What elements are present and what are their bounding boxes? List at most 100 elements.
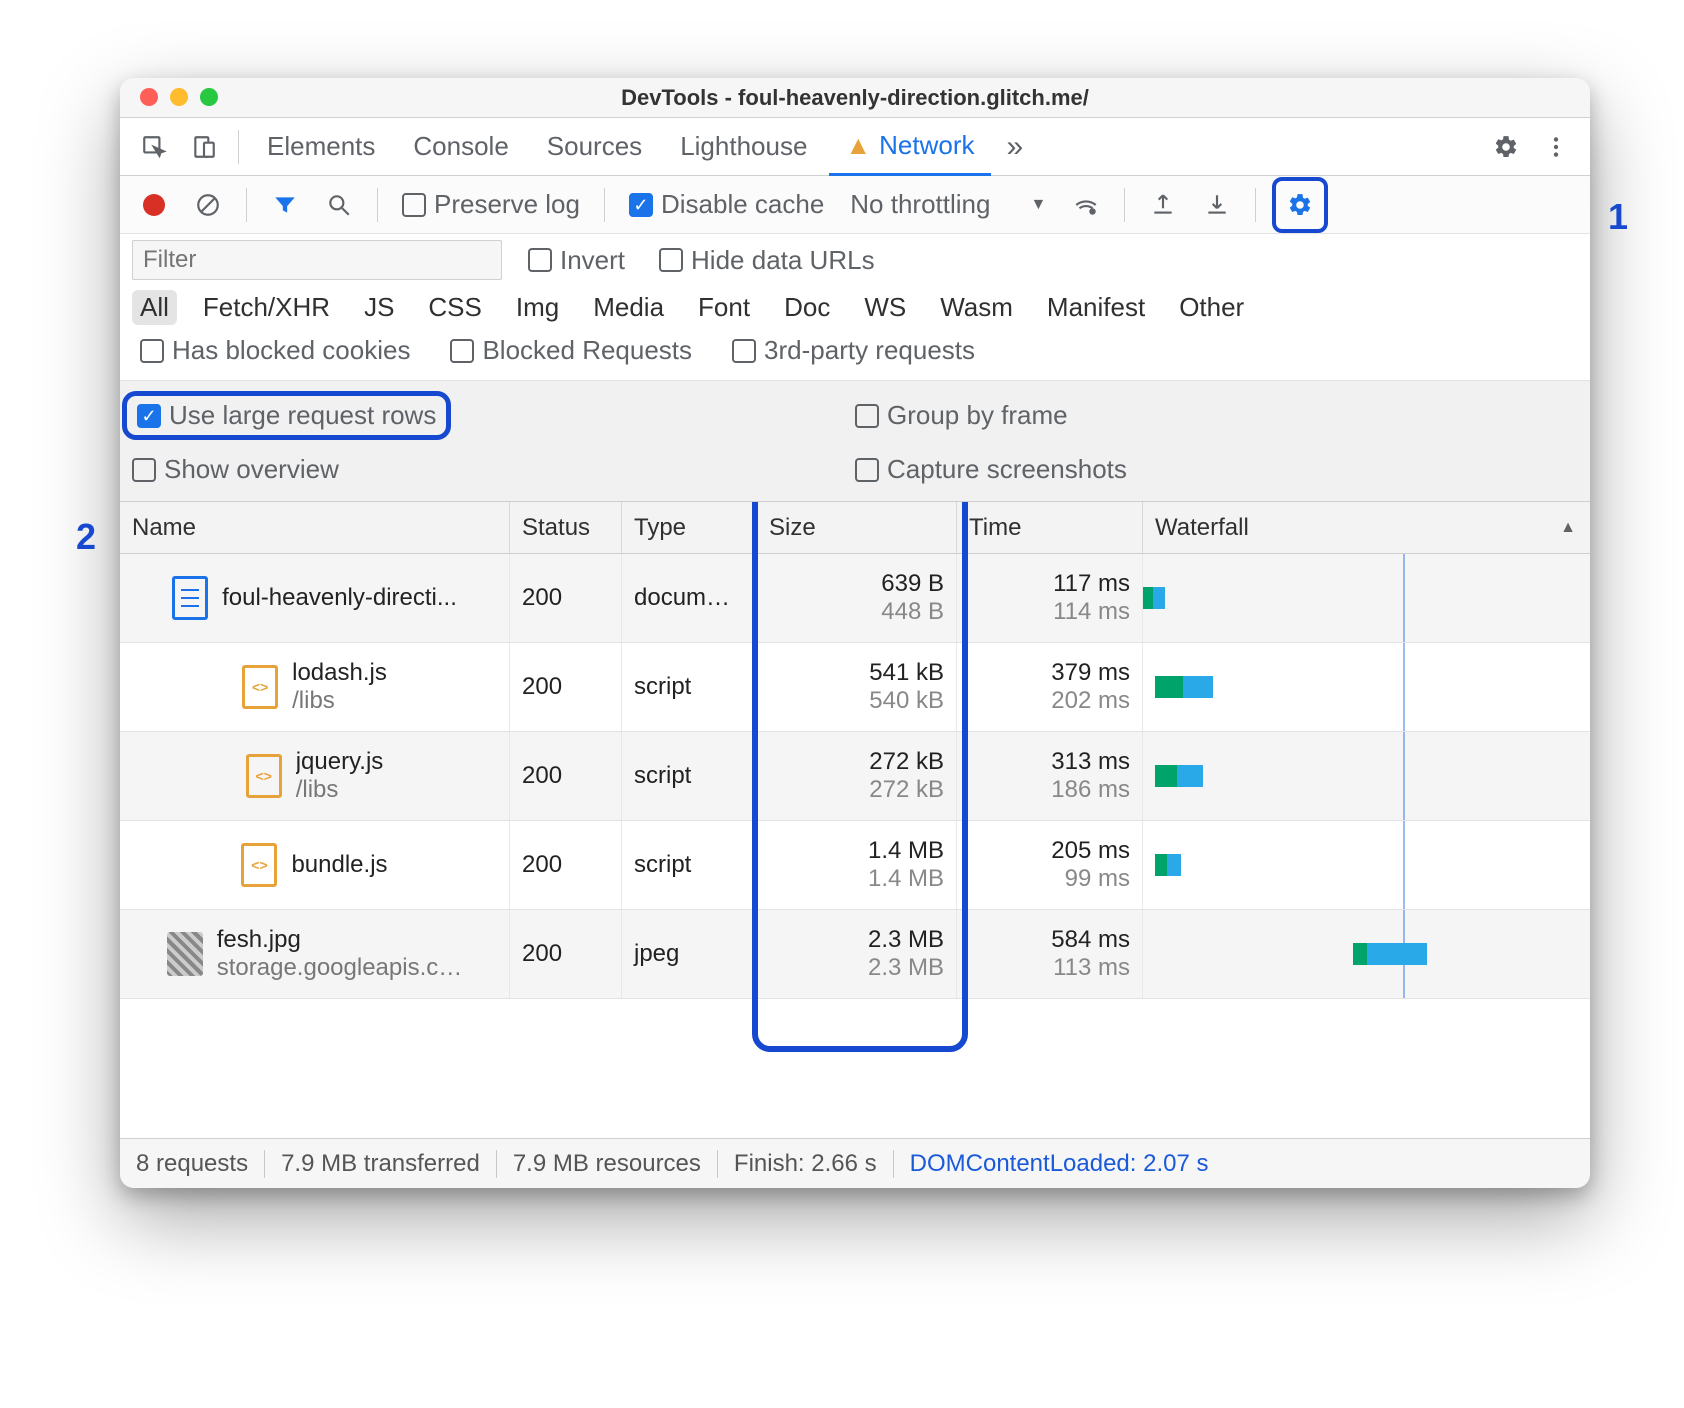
table-row[interactable]: <>lodash.js/libs200script541 kB540 kB379… xyxy=(120,643,1590,732)
table-row[interactable]: <>jquery.js/libs200script272 kB272 kB313… xyxy=(120,732,1590,821)
import-har-icon[interactable] xyxy=(1141,183,1185,227)
search-icon[interactable] xyxy=(317,183,361,227)
minimize-window-button[interactable] xyxy=(170,88,188,106)
tab-console[interactable]: Console xyxy=(397,118,524,176)
tab-elements[interactable]: Elements xyxy=(251,118,391,176)
zoom-window-button[interactable] xyxy=(200,88,218,106)
waterfall-cell xyxy=(1143,554,1590,642)
status-resources: 7.9 MB resources xyxy=(513,1150,701,1178)
type-filter-fetch[interactable]: Fetch/XHR xyxy=(195,290,338,325)
record-button[interactable] xyxy=(132,183,176,227)
status-cell: 200 xyxy=(510,732,622,820)
type-cell: jpeg xyxy=(622,910,757,998)
warning-icon: ▲ xyxy=(845,130,871,161)
network-settings-highlight xyxy=(1272,177,1328,233)
size-cell: 1.4 MB1.4 MB xyxy=(757,821,957,909)
size-cell: 639 B448 B xyxy=(757,554,957,642)
chevron-down-icon: ▼ xyxy=(1030,196,1046,214)
status-transferred: 7.9 MB transferred xyxy=(281,1150,480,1178)
type-cell: script xyxy=(622,732,757,820)
export-har-icon[interactable] xyxy=(1195,183,1239,227)
more-tabs-icon[interactable]: » xyxy=(997,130,1034,164)
type-filter-all[interactable]: All xyxy=(132,290,177,325)
third-party-checkbox[interactable]: 3rd-party requests xyxy=(724,335,983,366)
hide-data-urls-checkbox[interactable]: Hide data URLs xyxy=(651,245,883,276)
time-cell: 117 ms114 ms xyxy=(957,554,1143,642)
type-cell: script xyxy=(622,643,757,731)
time-cell: 584 ms113 ms xyxy=(957,910,1143,998)
col-name[interactable]: Name xyxy=(120,502,510,553)
blocked-cookies-checkbox[interactable]: Has blocked cookies xyxy=(132,335,418,366)
panel-tabs-row: Elements Console Sources Lighthouse ▲Net… xyxy=(120,118,1590,176)
document-icon xyxy=(172,576,208,620)
size-cell: 272 kB272 kB xyxy=(757,732,957,820)
window-title: DevTools - foul-heavenly-direction.glitc… xyxy=(120,85,1590,111)
table-row[interactable]: fesh.jpgstorage.googleapis.c…200jpeg2.3 … xyxy=(120,910,1590,999)
col-waterfall[interactable]: Waterfall▲ xyxy=(1143,502,1590,553)
type-filter-js[interactable]: JS xyxy=(356,290,402,325)
device-toolbar-icon[interactable] xyxy=(182,125,226,169)
preserve-log-checkbox[interactable]: Preserve log xyxy=(394,189,588,220)
extra-filter-row: Has blocked cookies Blocked Requests 3rd… xyxy=(120,335,1590,380)
tab-lighthouse[interactable]: Lighthouse xyxy=(664,118,823,176)
network-toolbar: Preserve log Disable cache No throttling… xyxy=(120,176,1590,234)
tab-sources[interactable]: Sources xyxy=(531,118,658,176)
network-conditions-icon[interactable] xyxy=(1064,183,1108,227)
type-cell: docum… xyxy=(622,554,757,642)
type-filter-img[interactable]: Img xyxy=(508,290,567,325)
capture-screenshots-checkbox[interactable]: Capture screenshots xyxy=(855,454,1578,485)
grid-header: Name Status Type Size Time Waterfall▲ xyxy=(120,502,1590,554)
request-name: jquery.js xyxy=(296,748,384,776)
type-filter-font[interactable]: Font xyxy=(690,290,758,325)
group-by-frame-checkbox[interactable]: Group by frame xyxy=(855,391,1578,440)
waterfall-cell xyxy=(1143,643,1590,731)
col-type[interactable]: Type xyxy=(622,502,757,553)
col-size[interactable]: Size xyxy=(757,502,957,553)
large-rows-checkbox[interactable]: Use large request rows xyxy=(132,391,855,440)
status-domcontentloaded: DOMContentLoaded: 2.07 s xyxy=(910,1150,1209,1178)
disable-cache-checkbox[interactable]: Disable cache xyxy=(621,189,832,220)
grid-body[interactable]: foul-heavenly-directi...200docum…639 B44… xyxy=(120,554,1590,999)
close-window-button[interactable] xyxy=(140,88,158,106)
table-row[interactable]: <>bundle.js200script1.4 MB1.4 MB205 ms99… xyxy=(120,821,1590,910)
type-filter-ws[interactable]: WS xyxy=(856,290,914,325)
inspect-element-icon[interactable] xyxy=(132,125,176,169)
time-cell: 205 ms99 ms xyxy=(957,821,1143,909)
invert-checkbox[interactable]: Invert xyxy=(520,245,633,276)
time-cell: 379 ms202 ms xyxy=(957,643,1143,731)
kebab-menu-icon[interactable] xyxy=(1534,125,1578,169)
large-rows-highlight: Use large request rows xyxy=(122,391,451,440)
filter-input[interactable] xyxy=(132,240,502,280)
callout-2: 2 xyxy=(76,516,96,558)
status-cell: 200 xyxy=(510,910,622,998)
network-settings-gear-icon[interactable] xyxy=(1278,183,1322,227)
blocked-requests-checkbox[interactable]: Blocked Requests xyxy=(442,335,700,366)
waterfall-cell xyxy=(1143,732,1590,820)
name-cell: <>bundle.js xyxy=(120,821,510,909)
col-status[interactable]: Status xyxy=(510,502,622,553)
status-requests: 8 requests xyxy=(136,1150,248,1178)
type-filter-css[interactable]: CSS xyxy=(420,290,489,325)
type-filter-media[interactable]: Media xyxy=(585,290,672,325)
network-settings-pane: Use large request rows Group by frame Sh… xyxy=(120,380,1590,501)
type-filter-wasm[interactable]: Wasm xyxy=(932,290,1021,325)
script-icon: <> xyxy=(241,843,277,887)
callout-1: 1 xyxy=(1608,196,1628,238)
request-path: /libs xyxy=(296,776,384,804)
filter-toggle-icon[interactable] xyxy=(263,183,307,227)
image-icon xyxy=(167,932,203,976)
col-time[interactable]: Time xyxy=(957,502,1143,553)
table-row[interactable]: foul-heavenly-directi...200docum…639 B44… xyxy=(120,554,1590,643)
status-bar: 8 requests 7.9 MB transferred 7.9 MB res… xyxy=(120,1138,1590,1188)
status-finish: Finish: 2.66 s xyxy=(734,1150,877,1178)
settings-gear-icon[interactable] xyxy=(1484,125,1528,169)
throttling-select[interactable]: No throttling▼ xyxy=(842,189,1054,220)
request-path: storage.googleapis.c… xyxy=(217,954,462,982)
clear-icon[interactable] xyxy=(186,183,230,227)
titlebar: DevTools - foul-heavenly-direction.glitc… xyxy=(120,78,1590,118)
type-filter-doc[interactable]: Doc xyxy=(776,290,838,325)
type-filter-other[interactable]: Other xyxy=(1171,290,1252,325)
tab-network[interactable]: ▲Network xyxy=(829,118,990,176)
type-filter-manifest[interactable]: Manifest xyxy=(1039,290,1153,325)
show-overview-checkbox[interactable]: Show overview xyxy=(132,454,855,485)
